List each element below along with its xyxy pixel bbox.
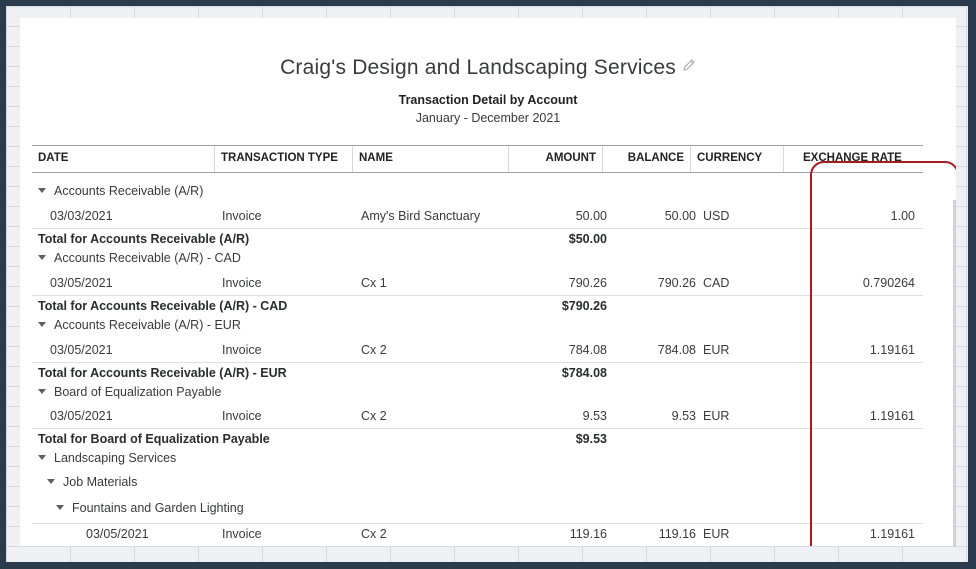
collapse-triangle-icon[interactable]	[38, 322, 46, 327]
account-group-row[interactable]: Board of Equalization Payable	[32, 382, 923, 402]
account-group-label[interactable]: Board of Equalization Payable	[38, 382, 221, 402]
transaction-row[interactable]: 03/05/2021 Invoice Cx 1 790.26 790.26 CAD 0.79…	[32, 273, 923, 293]
total-amount: $790.26	[561, 299, 607, 313]
transaction-row[interactable]: 03/05/2021 Invoice Cx 2 784.08 784.08 EUR 1.19…	[32, 340, 923, 360]
total-label: Total for Accounts Receivable (A/R) - EU…	[38, 366, 287, 380]
column-header-exchange-rate[interactable]: EXCHANGE RATE	[797, 146, 923, 172]
cell-amount: 790.26	[568, 276, 607, 290]
account-group-row[interactable]: Accounts Receivable (A/R)	[32, 181, 923, 201]
cell-exchange-rate: 0.790264	[862, 276, 915, 290]
cell-exchange-rate: 1.19161	[869, 527, 915, 541]
cell-exchange-rate: 1.00	[890, 209, 915, 223]
account-name: Job Materials	[63, 475, 138, 489]
cell-currency: CAD	[703, 276, 730, 290]
table-header: DATE TRANSACTION TYPE NAME AMOUNT BALANC…	[32, 145, 923, 173]
account-group-row[interactable]: Accounts Receivable (A/R) - CAD	[32, 248, 923, 268]
cell-balance: 790.26	[657, 276, 696, 290]
column-header-date[interactable]: DATE	[32, 146, 215, 172]
cell-name: Cx 2	[361, 343, 387, 357]
account-total-row: Total for Accounts Receivable (A/R) - EU…	[32, 362, 923, 383]
account-total-row: Total for Accounts Receivable (A/R) - CA…	[32, 295, 923, 316]
account-total-row: Total for Accounts Receivable (A/R) $50.0…	[32, 228, 923, 249]
cell-name: Amy's Bird Sanctuary	[361, 209, 481, 223]
cell-currency: EUR	[703, 527, 730, 541]
account-name: Board of Equalization Payable	[54, 385, 222, 399]
account-group-row[interactable]: Landscaping Services	[32, 448, 923, 468]
total-amount: $9.53	[575, 432, 607, 446]
account-name: Accounts Receivable (A/R) - EUR	[54, 318, 241, 332]
cell-name: Cx 2	[361, 527, 387, 541]
vertical-scrollbar[interactable]	[953, 200, 956, 546]
account-group-label[interactable]: Accounts Receivable (A/R)	[38, 181, 203, 201]
account-name: Fountains and Garden Lighting	[72, 501, 244, 515]
cell-currency: EUR	[703, 409, 730, 423]
collapse-triangle-icon[interactable]	[47, 479, 55, 484]
cell-transaction-type[interactable]: Invoice	[222, 273, 262, 293]
transaction-row[interactable]: 03/05/2021 Invoice Cx 2 9.53 9.53 EUR 1.19161	[32, 406, 923, 426]
total-amount: $50.00	[568, 232, 607, 246]
report-page: Craig's Design and Landscaping Services …	[20, 18, 956, 546]
cell-name: Cx 2	[361, 409, 387, 423]
collapse-triangle-icon[interactable]	[38, 188, 46, 193]
account-group-label[interactable]: Accounts Receivable (A/R) - EUR	[38, 315, 241, 335]
cell-transaction-type[interactable]: Invoice	[222, 406, 262, 426]
collapse-triangle-icon[interactable]	[38, 255, 46, 260]
total-label: Total for Accounts Receivable (A/R)	[38, 232, 250, 246]
cell-currency: EUR	[703, 343, 730, 357]
column-header-name[interactable]: NAME	[353, 146, 509, 172]
column-header-transaction-type[interactable]: TRANSACTION TYPE	[215, 146, 353, 172]
cell-transaction-type[interactable]: Invoice	[222, 340, 262, 360]
cell-transaction-type[interactable]: Invoice	[222, 524, 262, 544]
cell-transaction-type[interactable]: Invoice	[222, 206, 262, 226]
account-name: Accounts Receivable (A/R) - CAD	[54, 251, 241, 265]
column-header-balance[interactable]: BALANCE	[603, 146, 691, 172]
column-header-amount[interactable]: AMOUNT	[509, 146, 603, 172]
cell-date: 03/05/2021	[50, 276, 113, 290]
account-group-row[interactable]: Fountains and Garden Lighting	[32, 498, 923, 518]
transaction-row[interactable]: 03/03/2021 Invoice Amy's Bird Sanctuary 50.…	[32, 206, 923, 226]
pencil-icon[interactable]	[682, 54, 696, 78]
total-label: Total for Accounts Receivable (A/R) - CA…	[38, 299, 288, 313]
account-total-row: Total for Board of Equalization Payable $…	[32, 428, 923, 449]
collapse-triangle-icon[interactable]	[56, 505, 64, 510]
account-name: Landscaping Services	[54, 451, 177, 465]
cell-amount: 119.16	[569, 527, 607, 541]
collapse-triangle-icon[interactable]	[38, 389, 46, 394]
account-group-label[interactable]: Accounts Receivable (A/R) - CAD	[38, 248, 241, 268]
account-group-label[interactable]: Landscaping Services	[38, 448, 176, 468]
company-name-text: Craig's Design and Landscaping Services	[280, 56, 676, 79]
report-title: Transaction Detail by Account	[398, 93, 578, 107]
cell-exchange-rate: 1.19161	[869, 343, 915, 357]
cell-currency: USD	[703, 209, 730, 223]
cell-balance: 9.53	[671, 409, 696, 423]
cell-balance: 784.08	[657, 343, 696, 357]
column-header-currency[interactable]: CURRENCY	[691, 146, 784, 172]
cell-balance: 119.16	[658, 527, 696, 541]
account-group-row[interactable]: Job Materials	[32, 472, 923, 492]
cell-exchange-rate: 1.19161	[869, 409, 915, 423]
cell-date: 03/05/2021	[50, 409, 113, 423]
transaction-row[interactable]: 03/05/2021 Invoice Cx 2 119.16 119.16 EUR 1.19…	[32, 523, 923, 544]
account-group-label[interactable]: Job Materials	[47, 472, 137, 492]
account-group-row[interactable]: Accounts Receivable (A/R) - EUR	[32, 315, 923, 335]
cell-amount: 9.53	[582, 409, 607, 423]
cell-amount: 784.08	[568, 343, 607, 357]
cell-date: 03/03/2021	[50, 209, 113, 223]
report-period: January - December 2021	[415, 111, 561, 125]
collapse-triangle-icon[interactable]	[38, 455, 46, 460]
cell-name: Cx 1	[361, 276, 387, 290]
cell-amount: 50.00	[575, 209, 607, 223]
account-group-label[interactable]: Fountains and Garden Lighting	[56, 498, 244, 518]
cell-date: 03/05/2021	[50, 343, 113, 357]
total-amount: $784.08	[561, 366, 607, 380]
total-label: Total for Board of Equalization Payable	[38, 432, 270, 446]
cell-balance: 50.00	[664, 209, 696, 223]
company-name: Craig's Design and Landscaping Services	[20, 54, 956, 80]
account-name: Accounts Receivable (A/R)	[54, 184, 204, 198]
cell-date: 03/05/2021	[86, 527, 149, 541]
